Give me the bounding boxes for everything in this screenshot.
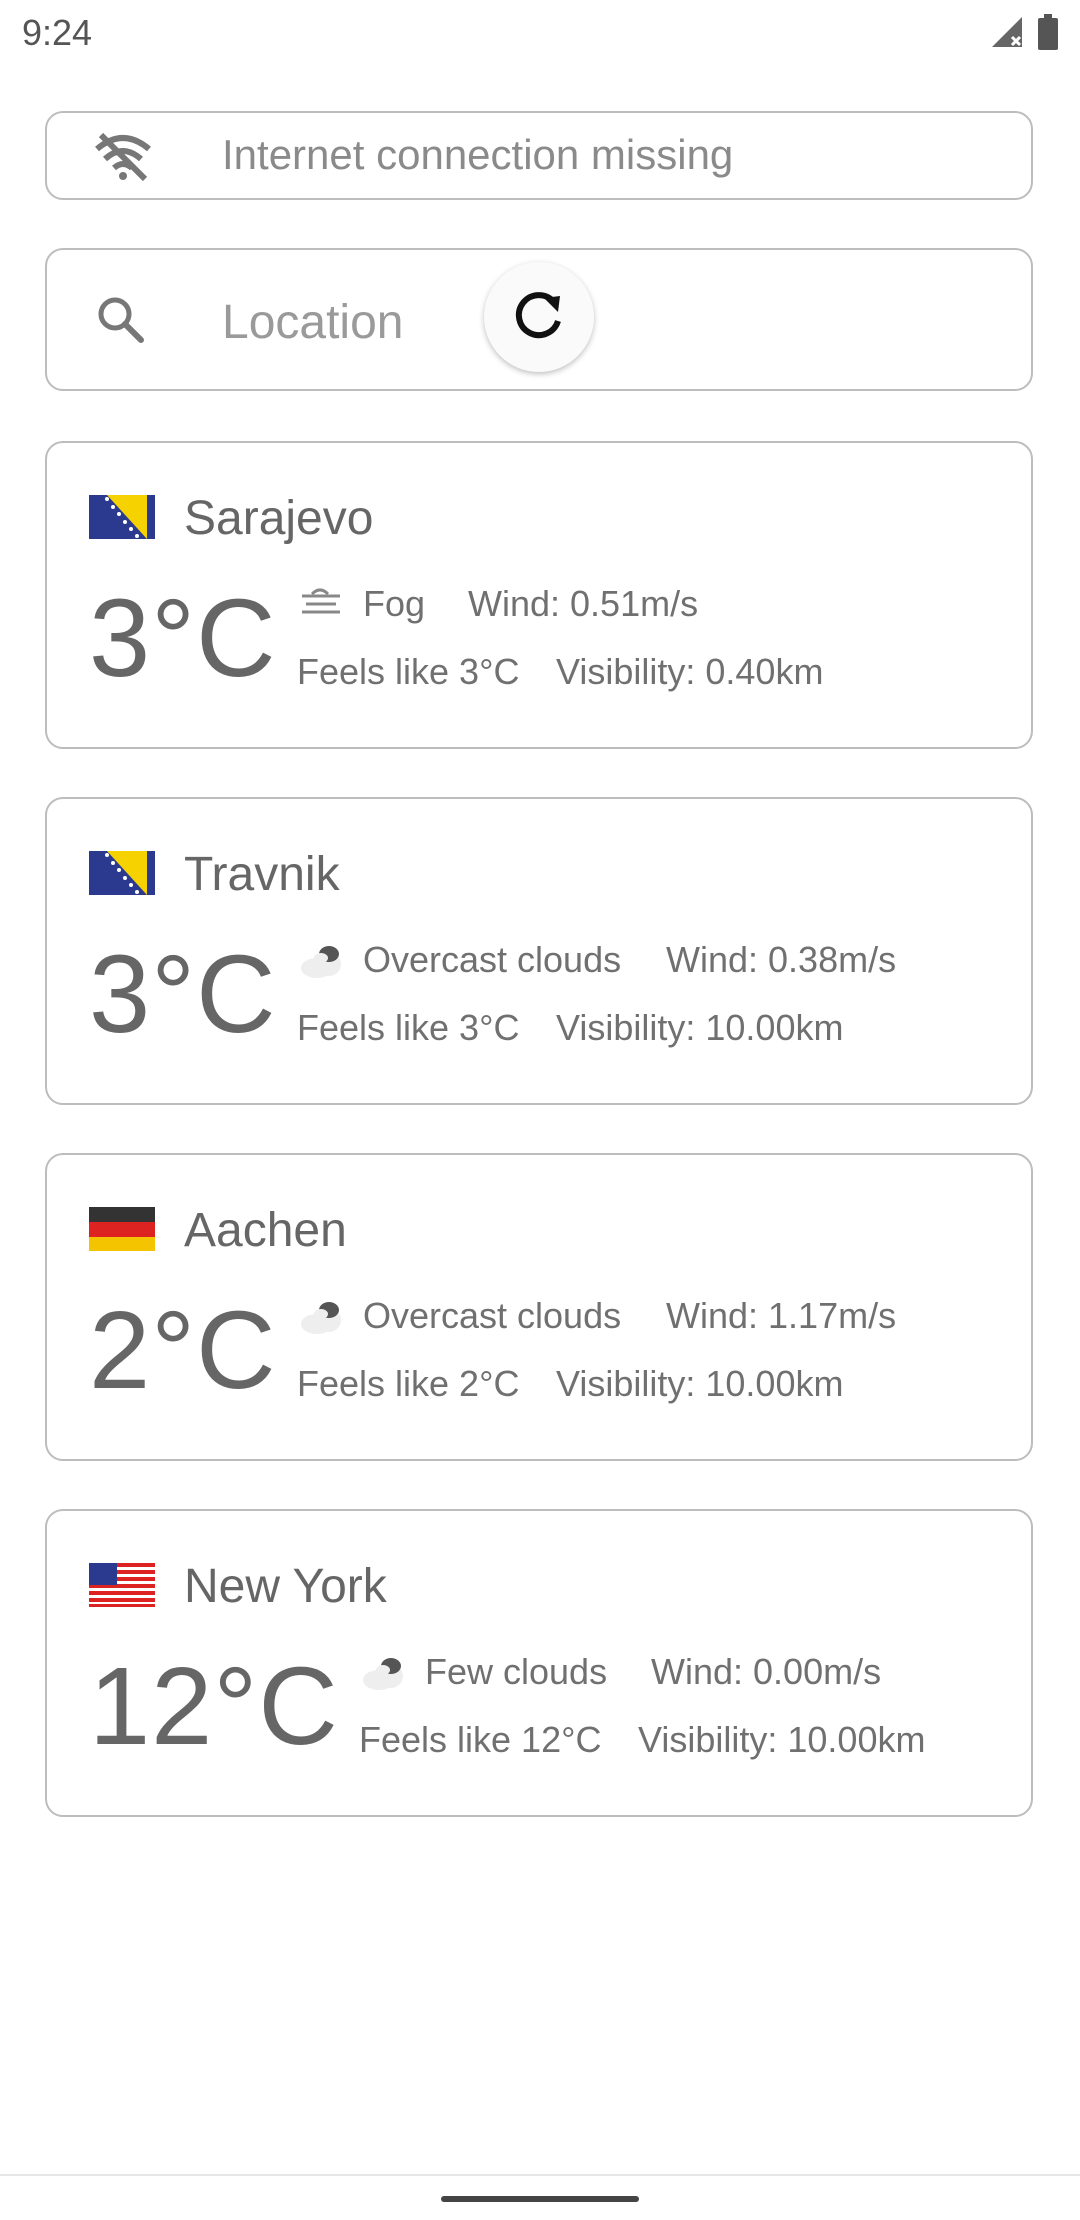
wind: Wind: 0.38m/s: [666, 939, 897, 980]
location-input[interactable]: Location: [222, 295, 403, 350]
germany-flag-icon: [89, 1207, 155, 1251]
temperature: 12°C: [89, 1645, 339, 1768]
feels-like: Feels like 2°C: [297, 1363, 520, 1404]
refresh-icon: [515, 292, 561, 339]
city-name: Aachen: [184, 1204, 347, 1257]
city-name: Travnik: [184, 848, 340, 901]
wind: Wind: 1.17m/s: [666, 1295, 897, 1336]
status-bar: 9:24: [0, 0, 1080, 66]
city-card-aachen[interactable]: Aachen 2°C Overcast clouds Wind: 1.17m/s…: [45, 1153, 1033, 1461]
city-card-travnik[interactable]: Travnik 3°C Overcast clouds Wind: 0.38m/…: [45, 797, 1033, 1105]
visibility: Visibility: 0.40km: [556, 651, 824, 692]
gesture-handle[interactable]: [441, 2196, 639, 2202]
search-icon: [98, 297, 144, 343]
visibility: Visibility: 10.00km: [556, 1007, 844, 1048]
wind: Wind: 0.00m/s: [651, 1651, 882, 1692]
temperature: 2°C: [89, 1289, 277, 1412]
feels-like: Feels like 12°C: [359, 1719, 602, 1760]
bosnia-flag-icon: [89, 851, 155, 895]
refresh-button[interactable]: [484, 262, 594, 372]
cloud-icon: [301, 946, 341, 978]
feels-like: Feels like 3°C: [297, 1007, 520, 1048]
condition: Fog: [363, 583, 426, 624]
feels-like: Feels like 3°C: [297, 651, 520, 692]
fog-icon: [302, 588, 340, 614]
banner-text: Internet connection missing: [222, 131, 734, 178]
cloud-icon: [301, 1302, 341, 1334]
battery-icon: [1038, 14, 1058, 50]
connection-banner: Internet connection missing: [45, 111, 1033, 200]
condition: Overcast clouds: [363, 1295, 622, 1336]
condition: Few clouds: [425, 1651, 608, 1692]
visibility: Visibility: 10.00km: [556, 1363, 844, 1404]
cloud-icon: [363, 1658, 403, 1690]
status-time: 9:24: [22, 12, 93, 53]
temperature: 3°C: [89, 577, 277, 700]
nav-divider: [0, 2174, 1080, 2176]
bosnia-flag-icon: [89, 495, 155, 539]
wind: Wind: 0.51m/s: [468, 583, 699, 624]
visibility: Visibility: 10.00km: [638, 1719, 926, 1760]
temperature: 3°C: [89, 933, 277, 1056]
city-name: New York: [184, 1560, 387, 1613]
city-name: Sarajevo: [184, 492, 374, 545]
city-card-sarajevo[interactable]: Sarajevo 3°C Fog Wind: 0.51m/s Feels lik…: [45, 441, 1033, 749]
signal-icon: [992, 17, 1022, 47]
condition: Overcast clouds: [363, 939, 622, 980]
city-card-new-york[interactable]: New York 12°C Few clouds Wind: 0.00m/s F…: [45, 1509, 1033, 1817]
wifi-off-icon: [95, 133, 151, 181]
usa-flag-icon: [89, 1563, 155, 1607]
